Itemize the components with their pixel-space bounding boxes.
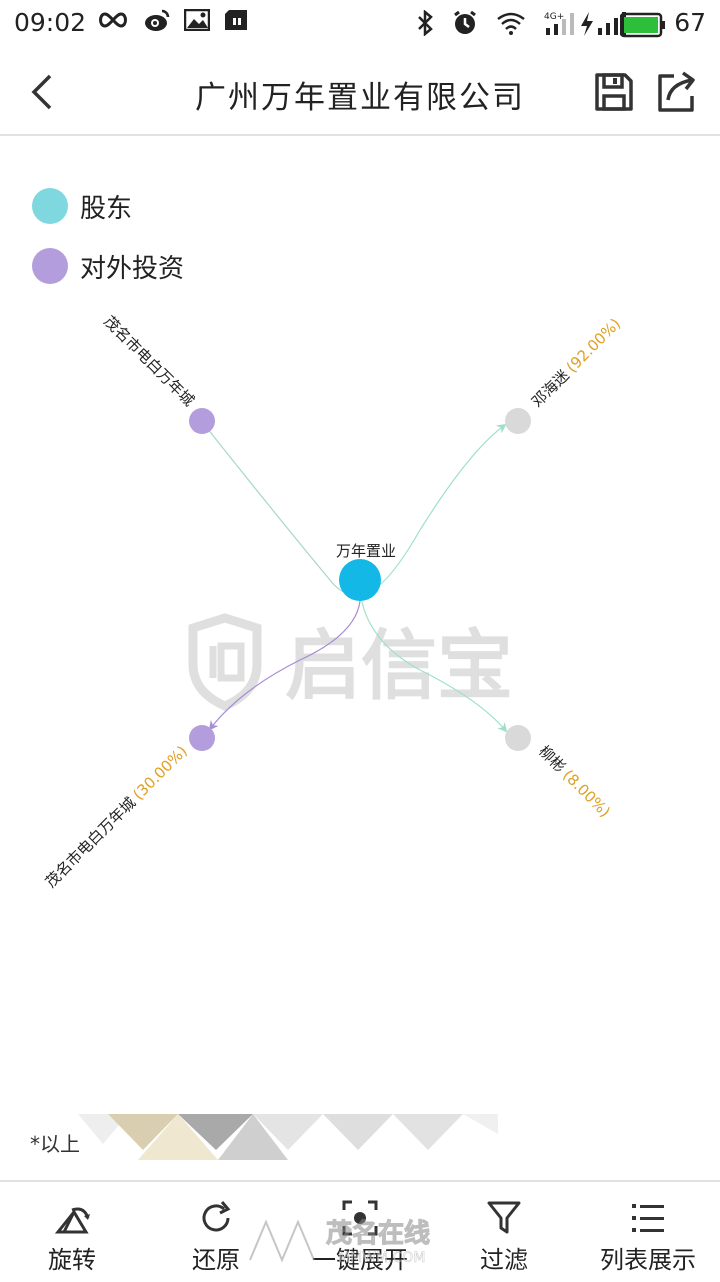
edge-top-right: [359, 423, 507, 592]
legend-dot-investment: [32, 248, 68, 284]
footer-note: *以上: [30, 1132, 80, 1156]
edge-bottom-left: [208, 589, 361, 731]
list-icon: [632, 1204, 664, 1232]
share-icon[interactable]: [654, 70, 698, 114]
node-percent: (92.00%): [563, 315, 624, 376]
legend-dot-shareholder: [32, 188, 68, 224]
legend: 股东 对外投资: [32, 186, 184, 306]
battery-icon: [620, 12, 665, 38]
shareholder-node[interactable]: [505, 725, 531, 751]
site-watermark-subtext: MMWM.COM: [338, 1250, 425, 1266]
image-icon: [184, 9, 210, 31]
signal-4g-icon: 4G+: [544, 12, 574, 35]
mosaic-overlay: [78, 1114, 498, 1160]
refresh-icon: [202, 1201, 231, 1232]
investment-node[interactable]: [189, 725, 215, 751]
app-header: 广州万年置业有限公司: [0, 50, 720, 136]
node-label: 柳彬(8.00%): [535, 742, 614, 821]
center-node[interactable]: [339, 559, 381, 601]
nav-label: 旋转: [48, 1246, 96, 1274]
weibo-icon: [145, 9, 170, 31]
shareholder-node[interactable]: [505, 408, 531, 434]
battery-level: 67: [674, 8, 706, 37]
investment-node[interactable]: [189, 408, 215, 434]
node-label: 茂名市电白万年城: [100, 312, 198, 410]
legend-item-investment[interactable]: 对外投资: [32, 246, 184, 286]
nav-label: 列表展示: [600, 1246, 696, 1274]
relationship-graph: 万年置业 茂名市电白万年城 邓海迷(92.00%) 茂名市电白万年城(30.00…: [42, 312, 625, 891]
alarm-icon: [454, 10, 476, 34]
legend-label: 对外投资: [80, 253, 185, 284]
bluetooth-icon: [418, 10, 433, 36]
infinity-icon: [99, 12, 127, 28]
node-percent: (30.00%): [129, 742, 190, 803]
edge-bottom-right: [359, 589, 508, 733]
edge-top-left: [202, 422, 361, 594]
rotate-button[interactable]: 旋转: [2, 1182, 142, 1282]
node-label: 茂名市电白万年城(30.00%): [42, 742, 191, 891]
save-icon[interactable]: [594, 72, 634, 112]
filter-icon: [487, 1201, 521, 1234]
status-bar: 09:02 4G+ 67: [0, 0, 720, 50]
status-time: 09:02: [14, 8, 87, 37]
node-percent: (8.00%): [559, 766, 614, 821]
rotate-icon: [54, 1207, 90, 1234]
legend-label: 股东: [80, 193, 133, 224]
list-view-button[interactable]: 列表展示: [578, 1182, 718, 1282]
legend-item-shareholder[interactable]: 股东: [32, 186, 184, 226]
charging-icon: [581, 12, 593, 36]
site-watermark: 茂名在线 MMWM.COM: [249, 1218, 431, 1266]
network-label: 4G+: [544, 12, 564, 22]
sim-icon: [225, 10, 247, 30]
wifi-icon: [497, 12, 525, 35]
node-label: 邓海迷(92.00%): [528, 315, 624, 411]
site-watermark-text: 茂名在线: [326, 1218, 430, 1249]
center-node-label: 万年置业: [336, 542, 396, 560]
